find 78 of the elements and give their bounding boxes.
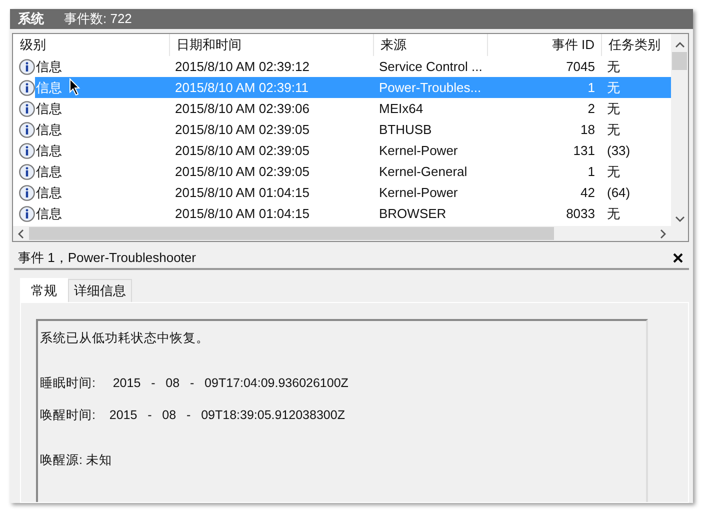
table-cell-text: 无 [606, 120, 621, 138]
table-cell-text: Kernel-Power [378, 142, 459, 160]
table-cell-text: Kernel-General [378, 163, 468, 181]
scroll-thumb[interactable] [672, 52, 687, 70]
info-icon [19, 184, 35, 200]
info-icon [19, 142, 35, 158]
table-cell: 7045 [487, 56, 601, 77]
tab[interactable]: 常规 [20, 278, 68, 302]
event-row[interactable]: 信息 2015/8/10 AM 01:04:15 Kernel-Power 42 (64) [13, 182, 671, 203]
table-cell: 2015/8/10 AM 02:39:12 [169, 56, 373, 77]
table-cell: Power-Troubles... [373, 77, 487, 98]
table-cell: 信息 [36, 204, 62, 222]
column-header[interactable]: 来源 [373, 34, 487, 56]
message-text: 睡眠时间: 2015 - 08 - 09T17:04:09.936026100Z [40, 375, 350, 392]
scroll-right-icon[interactable] [658, 228, 668, 238]
event-count: 事件数: 722 [64, 10, 132, 28]
info-icon [19, 58, 35, 74]
table-cell: 无 [601, 98, 671, 119]
table-cell-text: 无 [606, 162, 621, 180]
event-row[interactable]: 信息 2015/8/10 AM 02:39:05 Kernel-Power 131 (33) [13, 140, 671, 161]
column-header[interactable]: 日期和时间 [169, 34, 373, 56]
info-icon [19, 164, 35, 180]
scroll-thumb[interactable] [29, 227, 554, 240]
message-text: 系统已从低功耗状态中恢复。 [40, 330, 210, 347]
info-icon [19, 100, 35, 116]
table-cell: 2 [487, 98, 601, 119]
table-cell: 信息 [36, 100, 62, 118]
table-cell: Service Control ... [373, 56, 487, 77]
table-cell-text: 2015/8/10 AM 02:39:05 [174, 163, 310, 181]
table-cell: MEIx64 [373, 98, 487, 119]
table-cell: 信息 [36, 78, 62, 96]
table-cell: 无 [601, 56, 671, 77]
event-row[interactable]: 信息 2015/8/10 AM 02:39:05 Kernel-General 1 无 [13, 161, 671, 182]
info-icon [19, 80, 35, 96]
mouse-pointer-icon [70, 78, 80, 96]
event-row[interactable]: 信息 2015/8/10 AM 01:04:15 BROWSER 8033 无 [13, 203, 671, 224]
table-cell: 信息 [36, 120, 62, 138]
event-row[interactable]: 信息 2015/8/10 AM 02:39:12 Service Control ... 7045 无 [13, 56, 671, 77]
table-cell-text: 18 [580, 121, 596, 139]
table-cell-text: Kernel-Power [378, 184, 459, 202]
scroll-left-icon[interactable] [16, 228, 26, 238]
table-cell: 2015/8/10 AM 02:39:06 [169, 98, 373, 119]
table-cell-text: 42 [580, 184, 596, 202]
log-name: 系统 [18, 10, 44, 28]
table-cell: 2015/8/10 AM 02:39:11 [169, 77, 373, 98]
table-cell-text: 2015/8/10 AM 01:04:15 [174, 184, 310, 202]
table-cell: 信息 [36, 142, 62, 160]
column-header[interactable]: 事件 ID [487, 34, 601, 56]
table-cell-text: 1 [586, 163, 596, 181]
table-cell: 信息 [36, 184, 62, 202]
table-cell-text: (33) [606, 142, 632, 160]
horizontal-scrollbar[interactable] [13, 226, 671, 241]
table-cell-text: BTHUSB [378, 121, 433, 139]
table-cell-text: BROWSER [378, 205, 448, 223]
table-cell-text: 无 [606, 204, 621, 222]
scroll-down-icon[interactable] [674, 214, 684, 224]
table-cell: 信息 [36, 162, 62, 180]
message-text: 唤醒源: 未知 [40, 452, 113, 469]
event-row[interactable]: 信息 2015/8/10 AM 02:39:05 BTHUSB 18 无 [13, 119, 671, 140]
scroll-up-icon[interactable] [674, 40, 684, 50]
table-cell-text: 2015/8/10 AM 02:39:05 [174, 121, 310, 139]
table-cell: 1 [487, 77, 601, 98]
close-icon[interactable] [673, 253, 683, 263]
info-icon [19, 206, 35, 222]
table-cell-text: 2015/8/10 AM 02:39:05 [174, 142, 310, 160]
vertical-scrollbar[interactable] [671, 34, 688, 226]
table-cell-text: 8033 [565, 205, 596, 223]
table-cell: 信息 [36, 58, 62, 76]
info-icon [19, 122, 35, 138]
table-cell: 无 [601, 77, 671, 98]
event-title: 事件 1，Power-Troubleshooter [18, 249, 196, 267]
event-row[interactable]: 信息 2015/8/10 AM 02:39:06 MEIx64 2 无 [13, 98, 671, 119]
tab[interactable]: 详细信息 [68, 279, 132, 302]
table-cell-text: 2015/8/10 AM 01:04:15 [174, 205, 310, 223]
table-cell-text: (64) [606, 184, 632, 202]
message-text: 唤醒时间: 2015 - 08 - 09T18:39:05.912038300Z [40, 407, 346, 424]
table-cell-text: 131 [572, 142, 596, 160]
column-header[interactable]: 级别 [13, 34, 169, 56]
